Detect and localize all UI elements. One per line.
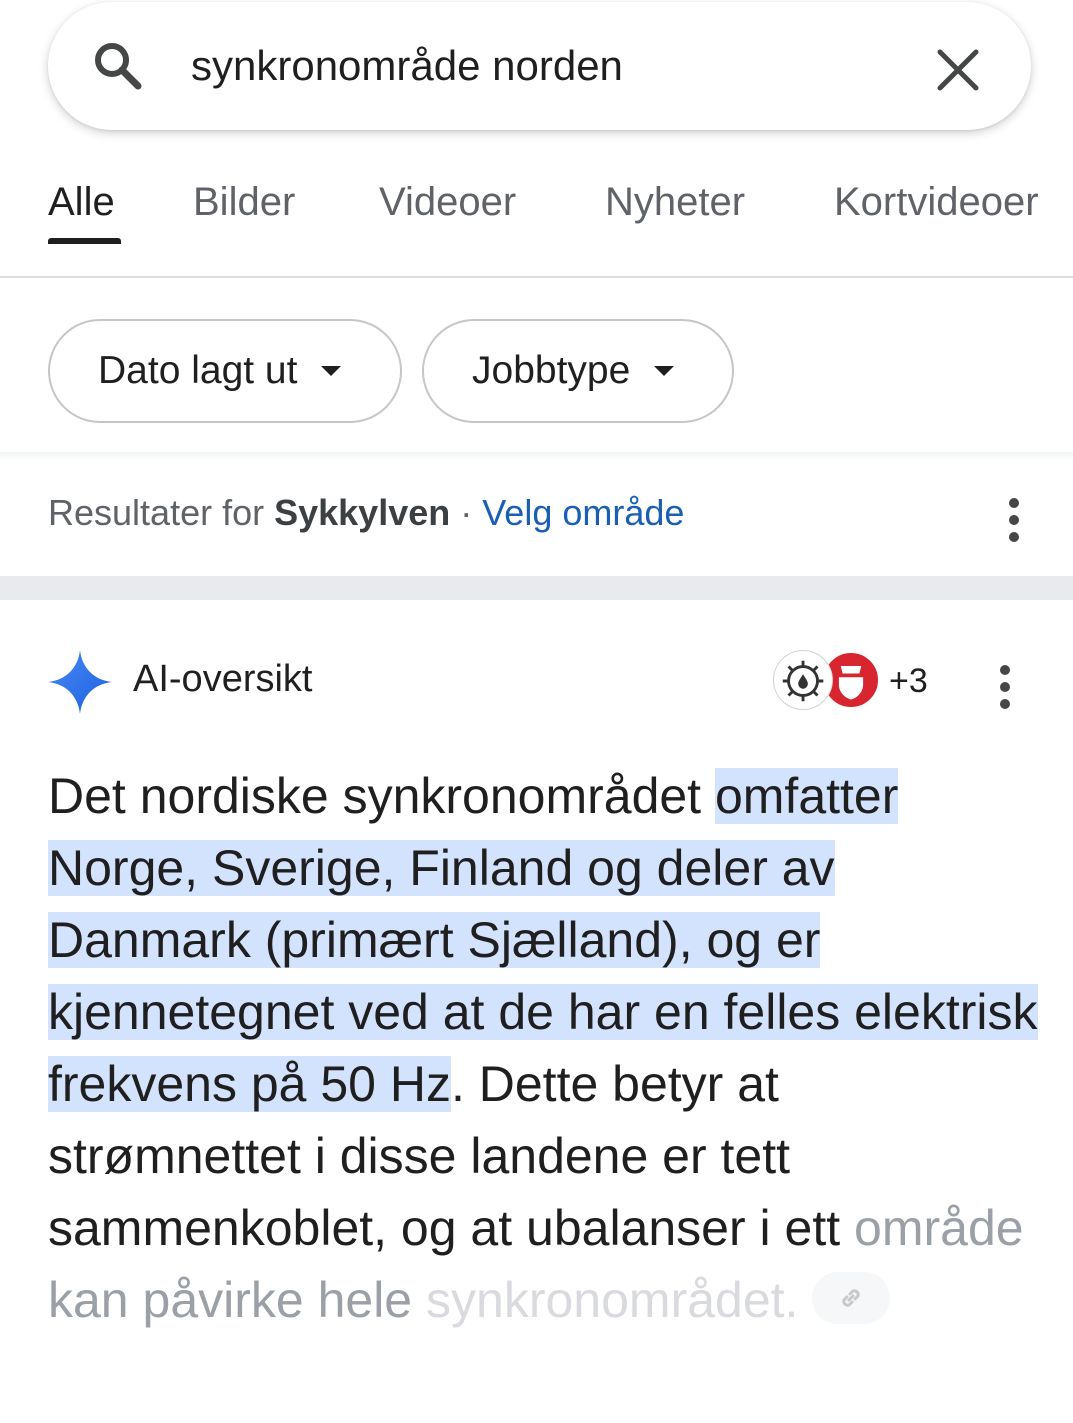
search-tabs: Alle Bilder Videoer Nyheter Kortvideoer — [0, 160, 1073, 278]
search-icon[interactable] — [90, 38, 146, 94]
search-input[interactable] — [191, 32, 891, 100]
more-sources-count[interactable]: +3 — [889, 662, 928, 701]
search-bar[interactable] — [48, 2, 1031, 130]
ai-overview-text: Det nordiske synkronområdet omfatter Nor… — [48, 760, 1038, 1336]
ai-text-fade-end: synkronområdet. — [426, 1272, 799, 1328]
chip-label: Jobbtype — [472, 349, 631, 392]
active-tab-indicator — [48, 238, 121, 244]
more-vert-icon[interactable] — [1008, 498, 1020, 549]
location-row: Resultater for Sykkylven · Velg område — [48, 492, 684, 534]
location-prefix: Resultater for — [48, 492, 265, 533]
tab-videos[interactable]: Videoer — [379, 180, 516, 225]
tab-all[interactable]: Alle — [48, 180, 115, 225]
gear-source-icon — [774, 651, 832, 709]
chip-label: Dato lagt ut — [98, 349, 298, 392]
source-favicons[interactable] — [774, 651, 884, 713]
tab-news[interactable]: Nyheter — [605, 180, 745, 225]
date-posted-chip[interactable]: Dato lagt ut — [48, 319, 402, 423]
ai-overview-title: AI-oversikt — [133, 658, 313, 700]
caret-down-icon — [321, 366, 342, 376]
caret-down-icon — [654, 366, 675, 376]
choose-area-link[interactable]: Velg område — [482, 492, 684, 533]
citation-link-button[interactable] — [812, 1271, 891, 1324]
section-separator — [0, 576, 1073, 600]
close-icon[interactable] — [932, 44, 984, 96]
divider — [0, 452, 1073, 460]
more-vert-icon[interactable] — [999, 665, 1011, 716]
link-icon — [842, 1289, 861, 1307]
tab-images[interactable]: Bilder — [193, 180, 295, 225]
location-place: Sykkylven — [274, 492, 451, 533]
job-type-chip[interactable]: Jobbtype — [422, 319, 734, 423]
ai-text-intro: Det nordiske synkronområdet — [48, 768, 715, 824]
tab-short-videos[interactable]: Kortvideoer — [834, 180, 1039, 225]
ai-sparkle-icon — [48, 650, 112, 714]
location-separator: · — [460, 492, 473, 533]
